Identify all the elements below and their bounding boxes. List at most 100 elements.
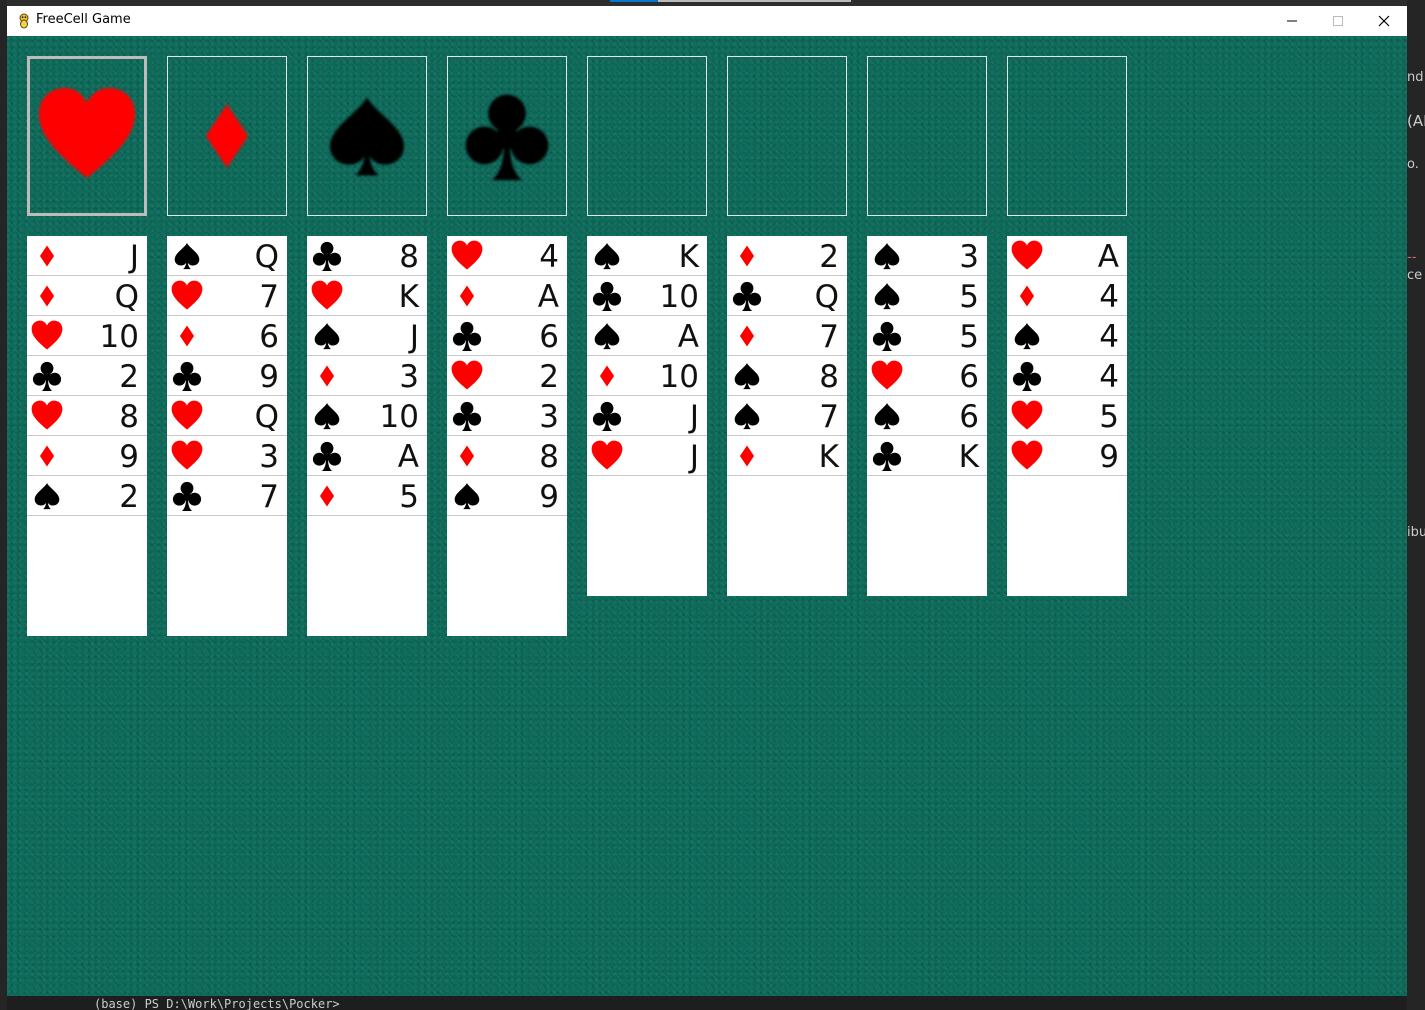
diamond-icon — [729, 240, 765, 272]
card[interactable]: 9 — [167, 356, 287, 396]
top-slot-with-suit[interactable] — [167, 56, 287, 216]
card[interactable]: 6 — [867, 356, 987, 396]
card[interactable]: A — [307, 436, 427, 476]
top-slot-empty[interactable] — [587, 56, 707, 216]
diamond-icon — [729, 320, 765, 352]
card[interactable]: 10 — [27, 316, 147, 356]
diamond-icon — [29, 240, 65, 272]
card[interactable]: J — [587, 396, 707, 436]
maximize-button[interactable] — [1315, 6, 1361, 36]
heart-icon — [309, 280, 345, 312]
club-icon — [309, 440, 345, 472]
heart-icon — [29, 400, 65, 432]
card[interactable]: 3 — [307, 356, 427, 396]
card-rank: 4 — [539, 239, 559, 275]
bottom-card-body[interactable] — [447, 516, 567, 636]
card[interactable]: 7 — [167, 276, 287, 316]
card[interactable]: 5 — [867, 316, 987, 356]
card-rank: 9 — [539, 479, 559, 515]
card[interactable]: 2 — [27, 476, 147, 516]
top-slot-with-suit[interactable] — [307, 56, 427, 216]
card[interactable]: 5 — [307, 476, 427, 516]
card[interactable]: 5 — [867, 276, 987, 316]
tableau-column-7[interactable]: 3 5 5 6 6 K — [867, 236, 987, 596]
club-icon — [729, 280, 765, 312]
tableau-column-6[interactable]: 2 Q 7 8 7 K — [727, 236, 847, 596]
tableau-column-8[interactable]: A 4 4 4 5 9 — [1007, 236, 1127, 596]
card-rank: 3 — [959, 239, 979, 275]
card[interactable]: Q — [167, 236, 287, 276]
card[interactable]: 7 — [727, 316, 847, 356]
card[interactable]: 9 — [447, 476, 567, 516]
card[interactable]: 10 — [307, 396, 427, 436]
card[interactable]: 9 — [27, 436, 147, 476]
card-rank: 3 — [259, 439, 279, 475]
top-slot-empty[interactable] — [867, 56, 987, 216]
top-slot-empty[interactable] — [1007, 56, 1127, 216]
minimize-button[interactable] — [1269, 6, 1315, 36]
card[interactable]: 6 — [167, 316, 287, 356]
bottom-card-body[interactable] — [1007, 476, 1127, 596]
card[interactable]: 7 — [167, 476, 287, 516]
card[interactable]: 8 — [27, 396, 147, 436]
card[interactable]: A — [1007, 236, 1127, 276]
card[interactable]: 8 — [307, 236, 427, 276]
heart-icon — [29, 320, 65, 352]
close-icon — [1378, 15, 1390, 27]
tableau-column-5[interactable]: K 10 A 10 J J — [587, 236, 707, 596]
card[interactable]: 3 — [167, 436, 287, 476]
card-rank: A — [537, 279, 559, 315]
card[interactable]: 6 — [447, 316, 567, 356]
card[interactable]: 5 — [1007, 396, 1127, 436]
card[interactable]: K — [587, 236, 707, 276]
tableau-column-4[interactable]: 4 A 6 2 3 8 9 — [447, 236, 567, 636]
card[interactable]: 8 — [447, 436, 567, 476]
background-text-fragment: (AM — [1407, 112, 1425, 130]
card-rank: K — [818, 439, 839, 475]
top-slot-with-suit[interactable] — [27, 56, 147, 216]
card[interactable]: 8 — [727, 356, 847, 396]
card[interactable]: K — [727, 436, 847, 476]
tableau-column-1[interactable]: J Q 10 2 8 9 2 — [27, 236, 147, 636]
card[interactable]: K — [307, 276, 427, 316]
card[interactable]: J — [307, 316, 427, 356]
card[interactable]: 2 — [727, 236, 847, 276]
card[interactable]: 9 — [1007, 436, 1127, 476]
card[interactable]: 7 — [727, 396, 847, 436]
card[interactable]: J — [27, 236, 147, 276]
bottom-card-body[interactable] — [167, 516, 287, 636]
card[interactable]: 3 — [447, 396, 567, 436]
tableau-column-3[interactable]: 8 K J 3 10 A 5 — [307, 236, 427, 636]
club-icon — [448, 57, 566, 215]
card[interactable]: 4 — [447, 236, 567, 276]
bottom-card-body[interactable] — [307, 516, 427, 636]
card[interactable]: 2 — [447, 356, 567, 396]
tableau-column-2[interactable]: Q 7 6 9 Q 3 7 — [167, 236, 287, 636]
diamond-icon — [29, 280, 65, 312]
card[interactable]: 10 — [587, 276, 707, 316]
card[interactable]: J — [587, 436, 707, 476]
card[interactable]: A — [587, 316, 707, 356]
card[interactable]: A — [447, 276, 567, 316]
card[interactable]: 2 — [27, 356, 147, 396]
bottom-card-body[interactable] — [867, 476, 987, 596]
title-bar[interactable]: FreeCell Game — [7, 6, 1407, 36]
top-slot-with-suit[interactable] — [447, 56, 567, 216]
card[interactable]: Q — [167, 396, 287, 436]
card[interactable]: 10 — [587, 356, 707, 396]
maximize-icon — [1333, 16, 1343, 26]
card[interactable]: Q — [27, 276, 147, 316]
close-button[interactable] — [1361, 6, 1407, 36]
card[interactable]: 3 — [867, 236, 987, 276]
bottom-card-body[interactable] — [587, 476, 707, 596]
bottom-card-body[interactable] — [27, 516, 147, 636]
card[interactable]: 4 — [1007, 316, 1127, 356]
heart-icon — [30, 59, 144, 213]
card[interactable]: 4 — [1007, 276, 1127, 316]
card[interactable]: Q — [727, 276, 847, 316]
card[interactable]: 4 — [1007, 356, 1127, 396]
card[interactable]: K — [867, 436, 987, 476]
bottom-card-body[interactable] — [727, 476, 847, 596]
top-slot-empty[interactable] — [727, 56, 847, 216]
card[interactable]: 6 — [867, 396, 987, 436]
